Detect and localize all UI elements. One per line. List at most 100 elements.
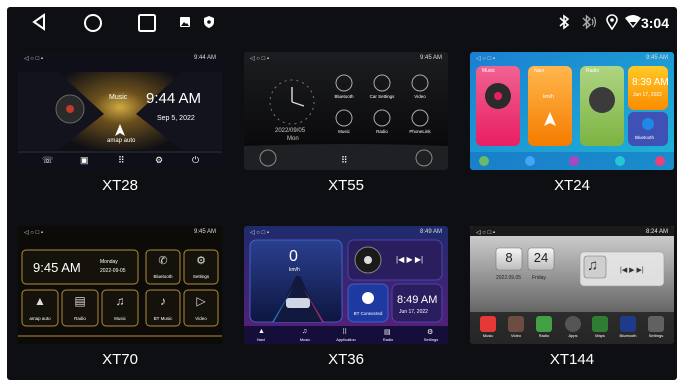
- xt36-settings-icon: ⚙: [427, 329, 434, 336]
- gear-icon: ⚙: [196, 255, 206, 267]
- theme-label-xt36: XT36: [328, 351, 364, 368]
- xt144-date: 2022.09.05: [496, 275, 522, 281]
- theme-card-xt70[interactable]: ◁ ○ □ ▪ 9:45 AM 9:45 AM Monday 2022-09-0…: [18, 226, 222, 344]
- xt144-dock-maps: Maps: [595, 333, 605, 338]
- xt36-mini-status: ◁ ○ □ ▪ 8:49 AM: [250, 229, 442, 236]
- xt36-music-icon: ♫: [302, 328, 308, 335]
- xt24-preview: [470, 52, 674, 170]
- xt36-dock-navi: Navi: [256, 337, 265, 342]
- xt144-mini-status: ◁ ○ □ ▪ 8:24 AM: [476, 229, 668, 236]
- xt144-music-icon: ♫: [587, 257, 599, 274]
- xt70-preview: [18, 226, 222, 344]
- xt24-card-music: Music: [482, 68, 496, 74]
- xt55-app-phonelink: PhoneLink: [409, 129, 431, 134]
- xt70-date: 2022-09-05: [100, 268, 126, 274]
- back-icon[interactable]: [31, 13, 47, 31]
- xt36-preview: [244, 226, 448, 344]
- screen: 3:04 ◁ ○ □ ▪ 9:44 AM Music 9:44 AM Sep 5…: [7, 7, 677, 380]
- xt36-bt-label: BT Connected: [353, 311, 383, 316]
- xt55-app-video: Video: [414, 94, 426, 99]
- xt144-preview: [470, 226, 674, 344]
- xt24-mini-status: ◁ ○ □ ▪ 9:45 AM: [476, 55, 668, 62]
- xt24-date: Jun 17, 2022: [633, 92, 662, 98]
- xt70-app-music: Music: [114, 316, 126, 321]
- xt36-dock-radio: Radio: [382, 337, 394, 342]
- status-clock: 3:04: [640, 15, 669, 31]
- xt24-speed-unit: km/h: [543, 94, 554, 100]
- xt144-dock-music: Music: [482, 333, 494, 338]
- xt55-app-bluetooth: Bluetooth: [334, 94, 354, 99]
- xt55-app-music: Music: [338, 129, 350, 134]
- xt144-player-controls: |◀ ▶ ▶|: [620, 267, 644, 274]
- xt70-weekday: Monday: [100, 259, 118, 265]
- bluetooth-audio-icon: [582, 14, 597, 30]
- xt55-date: 2022/09/05: [275, 128, 306, 134]
- xt36-clock: 8:49 AM: [397, 294, 438, 306]
- xt144-dock-video: Video: [510, 333, 522, 338]
- xt70-app-bluetooth: Bluetooth: [153, 274, 173, 279]
- xt70-clock: 9:45 AM: [33, 260, 81, 275]
- xt144-weekday: Friday: [532, 275, 546, 281]
- theme-label-xt28: XT28: [102, 177, 138, 194]
- shield-icon: [204, 16, 214, 28]
- xt24-card-radio: Radio: [586, 68, 600, 74]
- xt144-minute: 24: [533, 250, 549, 265]
- xt36-player-controls: |◀ ▶ ▶|: [396, 255, 424, 264]
- music-note-icon: ♫: [115, 294, 125, 308]
- xt55-app-radio: Radio: [376, 129, 388, 134]
- xt36-dock-application: Application: [336, 337, 356, 342]
- theme-label-xt70: XT70: [102, 351, 138, 368]
- xt144-dock-bluetooth: Bluetooth: [619, 333, 637, 338]
- xt144-hour: 8: [505, 250, 513, 265]
- xt28-date: Sep 5, 2022: [157, 115, 195, 122]
- xt28-dock: ☏ ▣ ⠿ ⚙ ⏻: [42, 155, 200, 165]
- xt36-speed: 0: [289, 248, 298, 265]
- xt70-app-settings: Settings: [192, 274, 210, 279]
- xt55-preview: [244, 52, 448, 170]
- xt144-dock-apps: Apps: [568, 333, 578, 338]
- xt36-nav-icon: ▲: [258, 328, 265, 335]
- xt36-apps-icon: ⠿: [342, 329, 348, 336]
- xt28-clock: 9:44 AM: [146, 90, 202, 107]
- theme-card-xt36[interactable]: ◁ ○ □ ▪ 8:49 AM 0 km/h |◀ ▶ ▶| BT Connec…: [244, 226, 448, 344]
- video-play-icon: ▷: [196, 294, 206, 308]
- xt144-dock-radio: Radio: [538, 333, 550, 338]
- xt70-app-radio: Radio: [74, 316, 86, 321]
- theme-card-xt28[interactable]: ◁ ○ □ ▪ 9:44 AM Music 9:44 AM Sep 5, 202…: [18, 52, 222, 170]
- bluetooth-icon: [559, 14, 570, 30]
- wifi-icon: [625, 15, 641, 28]
- gallery-icon: [180, 17, 190, 27]
- xt28-mini-status: ◁ ○ □ ▪ 9:44 AM: [24, 55, 216, 62]
- radio-icon: ▤: [74, 294, 86, 308]
- recent-apps-icon[interactable]: [137, 13, 157, 33]
- xt55-apps-grid-icon: ⠿: [341, 155, 348, 165]
- theme-card-xt144[interactable]: ◁ ○ □ ▪ 8:24 AM 8 24 2022.09.05 Friday ♫…: [470, 226, 674, 344]
- navigation-icon: ▲: [34, 294, 46, 308]
- xt28-nav-label: amap auto: [107, 138, 136, 144]
- xt36-dock-settings: Settings: [423, 337, 439, 342]
- xt36-speed-unit: km/h: [289, 267, 300, 273]
- xt24-bt-label: Bluetooth: [635, 135, 655, 140]
- theme-label-xt24: XT24: [554, 177, 590, 194]
- xt24-card-navi: Navi: [534, 68, 545, 74]
- xt28-music-label: Music: [109, 94, 128, 101]
- xt55-weekday: Mon: [287, 136, 299, 142]
- xt70-mini-status: ◁ ○ □ ▪ 9:45 AM: [24, 229, 216, 236]
- theme-card-xt55[interactable]: ◁ ○ □ ▪ 9:45 AM 2022/09/05 Mon Bluetooth…: [244, 52, 448, 170]
- phone-icon: ✆: [158, 255, 168, 267]
- xt55-app-car-settings: Car Settings: [369, 94, 395, 99]
- location-icon: [606, 14, 618, 30]
- home-icon[interactable]: [83, 13, 103, 33]
- theme-label-xt55: XT55: [328, 177, 364, 194]
- xt36-date: Jun 17, 2022: [399, 309, 428, 315]
- xt70-app-video: Video: [195, 316, 207, 321]
- bt-music-icon: ♪: [160, 294, 166, 308]
- theme-card-xt24[interactable]: ◁ ○ □ ▪ 9:45 AM Music Navi Radio km/h 8:…: [470, 52, 674, 170]
- xt36-dock-music: Music: [299, 337, 311, 342]
- xt144-dock-settings: Settings: [648, 333, 664, 338]
- theme-label-xt144: XT144: [549, 351, 595, 368]
- xt24-clock: 8:39 AM: [632, 77, 669, 88]
- xt70-app-amap: amap auto: [29, 316, 51, 321]
- xt70-app-bt-music: BT Music: [153, 316, 173, 321]
- xt36-radio-icon: ▤: [384, 329, 391, 336]
